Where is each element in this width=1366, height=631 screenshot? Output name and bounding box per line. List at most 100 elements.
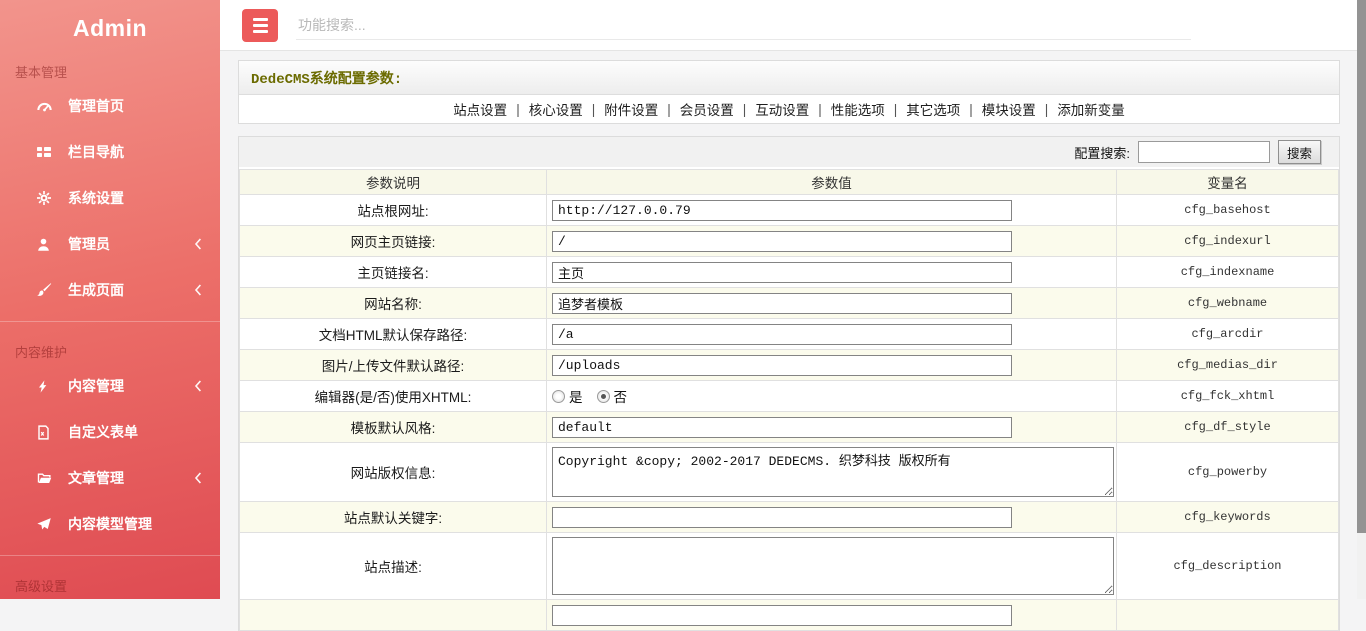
sidebar-item-gear[interactable]: 系统设置 <box>0 175 220 221</box>
varname-cell: cfg_webname <box>1117 288 1339 319</box>
param-label <box>240 600 547 631</box>
sidebar-item-bolt[interactable]: 内容管理 <box>0 363 220 409</box>
param-label: 网页主页链接: <box>240 226 547 257</box>
radio-unchecked-icon[interactable] <box>552 390 565 403</box>
param-input-cfg_medias_dir[interactable] <box>552 355 1012 376</box>
config-table: 参数说明 参数值 变量名 站点根网址: cfg_basehost 网页主页链接: cf… <box>239 169 1339 631</box>
plane-icon <box>36 517 55 532</box>
table-row: 站点描述:cfg_description <box>240 533 1339 600</box>
param-label: 图片/上传文件默认路径: <box>240 350 547 381</box>
tab-4[interactable]: 会员设置 <box>671 99 743 119</box>
param-value-cell <box>547 443 1117 502</box>
param-label: 主页链接名: <box>240 257 547 288</box>
config-search-button[interactable]: 搜索 <box>1278 140 1321 164</box>
sidebar-item-plane[interactable]: 内容模型管理 <box>0 501 220 547</box>
chevron-left-icon <box>194 284 202 296</box>
sidebar-item-label: 栏目导航 <box>68 142 202 162</box>
param-label: 网站版权信息: <box>240 443 547 502</box>
varname-cell: cfg_fck_xhtml <box>1117 381 1339 412</box>
param-label: 站点根网址: <box>240 195 547 226</box>
sidebar-section-label: 内容维护 <box>0 334 220 363</box>
config-search-row: 配置搜索: 搜索 <box>239 137 1339 167</box>
param-textarea-cfg_description[interactable] <box>552 537 1114 595</box>
brush-icon <box>36 282 55 298</box>
radio-option[interactable]: 是 <box>552 386 583 406</box>
param-label: 模板默认风格: <box>240 412 547 443</box>
radio-label: 否 <box>614 386 628 406</box>
param-input-row11[interactable] <box>552 605 1012 626</box>
tab-2[interactable]: 核心设置 <box>520 99 592 119</box>
table-row: 模板默认风格: cfg_df_style <box>240 412 1339 443</box>
param-input-cfg_basehost[interactable] <box>552 200 1012 221</box>
param-value-cell <box>547 412 1117 443</box>
table-row: 站点根网址: cfg_basehost <box>240 195 1339 226</box>
config-search-label: 配置搜索: <box>1074 143 1130 162</box>
hamburger-menu-button[interactable] <box>242 9 278 42</box>
folder-icon <box>36 471 55 486</box>
param-label: 站点默认关键字: <box>240 502 547 533</box>
param-input-cfg_arcdir[interactable] <box>552 324 1012 345</box>
param-value-cell <box>547 226 1117 257</box>
tab-1[interactable]: 站点设置 <box>444 99 516 119</box>
config-search-input[interactable] <box>1138 141 1270 163</box>
sidebar-item-form[interactable]: 自定义表单 <box>0 409 220 455</box>
sidebar-item-dashboard[interactable]: 管理首页 <box>0 83 220 129</box>
sidebar-item-user[interactable]: 管理员 <box>0 221 220 267</box>
param-label: 文档HTML默认保存路径: <box>240 319 547 350</box>
page-title: DedeCMS系统配置参数: <box>239 61 1339 95</box>
sidebar-item-folder[interactable]: 文章管理 <box>0 455 220 501</box>
gear-icon <box>36 190 55 206</box>
param-input-cfg_df_style[interactable] <box>552 417 1012 438</box>
table-row: 站点默认关键字:cfg_keywords <box>240 502 1339 533</box>
sidebar-section: 基本管理管理首页栏目导航系统设置管理员生成页面 <box>0 42 220 313</box>
param-input-cfg_keywords[interactable] <box>552 507 1012 528</box>
settings-tabs: 站点设置|核心设置|附件设置|会员设置|互动设置|性能选项|其它选项|模块设置|… <box>239 95 1339 123</box>
chevron-left-icon <box>194 380 202 392</box>
tab-8[interactable]: 模块设置 <box>973 99 1045 119</box>
config-header-panel: DedeCMS系统配置参数: 站点设置|核心设置|附件设置|会员设置|互动设置|… <box>238 60 1340 124</box>
sidebar-item-label: 文章管理 <box>68 468 194 488</box>
table-row: 图片/上传文件默认路径:cfg_medias_dir <box>240 350 1339 381</box>
brand-title: Admin <box>0 0 220 42</box>
user-icon <box>36 237 55 252</box>
varname-cell: cfg_basehost <box>1117 195 1339 226</box>
sidebar-item-label: 内容模型管理 <box>68 514 202 534</box>
varname-cell <box>1117 600 1339 631</box>
tab-9[interactable]: 添加新变量 <box>1048 99 1134 119</box>
column-header-param-desc: 参数说明 <box>240 170 547 195</box>
tab-7[interactable]: 其它选项 <box>897 99 969 119</box>
sidebar-item-label: 生成页面 <box>68 280 194 300</box>
table-row: 文档HTML默认保存路径:cfg_arcdir <box>240 319 1339 350</box>
columns-icon <box>36 144 55 160</box>
sidebar: Admin 基本管理管理首页栏目导航系统设置管理员生成页面内容维护内容管理自定义… <box>0 0 220 599</box>
param-input-cfg_indexname[interactable] <box>552 262 1012 283</box>
table-row <box>240 600 1339 631</box>
column-header-param-value: 参数值 <box>547 170 1117 195</box>
sidebar-item-brush[interactable]: 生成页面 <box>0 267 220 313</box>
param-input-cfg_indexurl[interactable] <box>552 231 1012 252</box>
vertical-scrollbar[interactable] <box>1357 0 1366 599</box>
param-textarea-cfg_powerby[interactable] <box>552 447 1114 497</box>
bolt-icon <box>36 379 55 394</box>
radio-checked-icon[interactable] <box>597 390 610 403</box>
param-value-cell <box>547 319 1117 350</box>
varname-cell: cfg_df_style <box>1117 412 1339 443</box>
chevron-left-icon <box>194 472 202 484</box>
tab-6[interactable]: 性能选项 <box>822 99 894 119</box>
hamburger-icon <box>253 18 268 21</box>
sidebar-section: 内容维护内容管理自定义表单文章管理内容模型管理 <box>0 321 220 547</box>
tab-3[interactable]: 附件设置 <box>595 99 667 119</box>
sidebar-item-label: 管理首页 <box>68 96 202 116</box>
scrollbar-thumb[interactable] <box>1357 0 1366 533</box>
table-row: 网站版权信息:cfg_powerby <box>240 443 1339 502</box>
function-search-input[interactable] <box>296 11 1191 40</box>
tab-5[interactable]: 互动设置 <box>746 99 818 119</box>
param-input-cfg_webname[interactable] <box>552 293 1012 314</box>
sidebar-item-columns[interactable]: 栏目导航 <box>0 129 220 175</box>
param-value-cell <box>547 502 1117 533</box>
radio-option[interactable]: 否 <box>597 386 628 406</box>
form-icon <box>36 425 55 440</box>
sidebar-section: 高级设置 <box>0 555 220 597</box>
sidebar-item-label: 系统设置 <box>68 188 202 208</box>
column-header-var-name: 变量名 <box>1117 170 1339 195</box>
